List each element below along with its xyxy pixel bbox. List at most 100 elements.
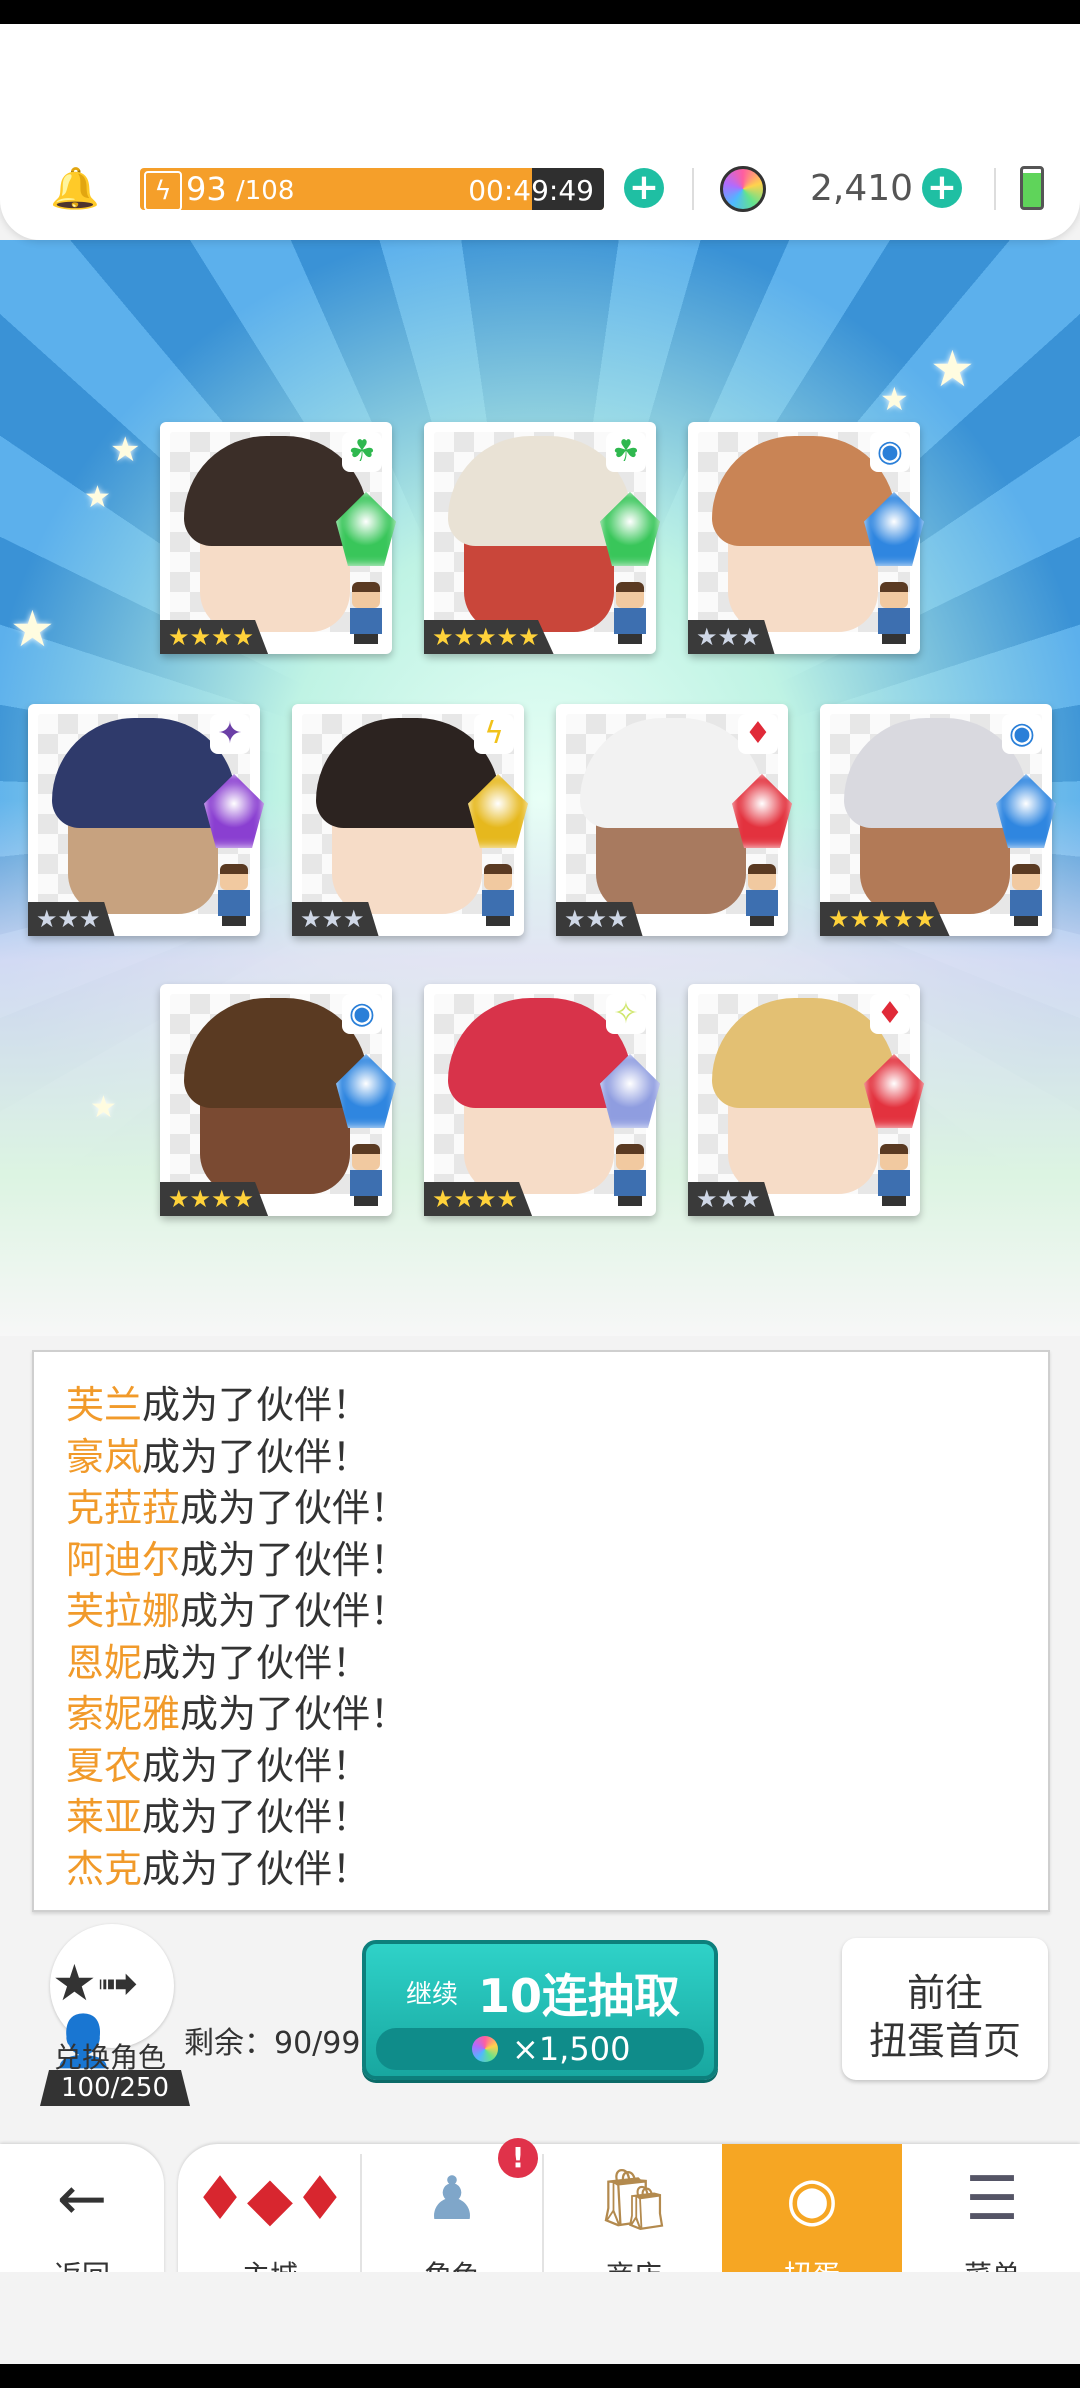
shop-bag-icon: 🛍 — [595, 2165, 673, 2235]
character-card[interactable]: ✦ ★★★ — [28, 704, 264, 936]
character-card[interactable]: ϟ ★★★ — [292, 704, 528, 936]
character-card[interactable]: ♦ ★★★ — [556, 704, 792, 936]
water-element-icon: ◉ — [342, 994, 382, 1034]
character-name: 阿迪尔 — [66, 1537, 181, 1582]
stamina-current: 93 — [186, 170, 227, 208]
pixel-sprite-icon — [344, 582, 388, 644]
character-card[interactable]: ◉ ★★★ — [688, 422, 924, 654]
sprite-legs — [618, 1196, 642, 1206]
character-name: 索妮雅 — [66, 1692, 181, 1736]
notification-bell-icon[interactable]: 🔔 — [50, 168, 100, 210]
log-line: 克菈菈成为了伙伴！ — [66, 1477, 408, 1532]
sparkle-star-icon: ★ — [90, 1090, 117, 1125]
character-name: 夏农 — [66, 1743, 143, 1788]
dark-element-icon: ✦ — [210, 714, 250, 754]
rarity-stars: ★★★★★ — [820, 902, 950, 936]
pull-cost: ×1,500 — [376, 2028, 704, 2070]
character-card[interactable]: ☘ ★★★★★ — [424, 422, 660, 654]
bottom-strip — [0, 2272, 1080, 2364]
sparkle-star-icon: ★ — [84, 480, 111, 515]
pull-cost-value: ×1,500 — [512, 2030, 631, 2068]
pixel-sprite-icon — [344, 1144, 388, 1206]
log-suffix: 成为了伙伴！ — [180, 1692, 409, 1736]
lightning-icon: ϟ — [144, 171, 182, 210]
sprite-body — [614, 608, 646, 634]
pixel-sprite-icon — [872, 582, 916, 644]
log-line: 莱亚成为了伙伴！ — [66, 1786, 370, 1841]
divider — [692, 168, 694, 210]
sprite-legs — [882, 634, 906, 644]
sprite-body — [218, 890, 250, 916]
log-suffix: 成为了伙伴！ — [180, 1589, 409, 1633]
ten-pull-button[interactable]: 继续 10连抽取 ×1,500 — [362, 1940, 718, 2080]
rarity-stars: ★★★ — [688, 620, 775, 654]
add-gems-button[interactable]: + — [922, 168, 962, 208]
pixel-sprite-icon — [212, 864, 256, 926]
sprite-head — [220, 864, 248, 890]
stamina-timer: 00:49:49 — [468, 174, 594, 207]
wind-element-icon: ☘ — [606, 432, 646, 472]
sprite-legs — [354, 634, 378, 644]
character-card[interactable]: ◉ ★★★★★ — [820, 704, 1056, 936]
pixel-sprite-icon — [608, 582, 652, 644]
log-suffix: 成为了伙伴！ — [142, 1846, 371, 1891]
sprite-head — [616, 1144, 644, 1170]
log-line: 杰克成为了伙伴！ — [66, 1838, 370, 1893]
remaining-count: 剩余：90/99 — [184, 2026, 361, 2061]
sprite-legs — [1014, 916, 1038, 926]
gacha-orb-icon: ◉ — [785, 2164, 839, 2234]
sparkle-star-icon: ★ — [110, 430, 141, 470]
sprite-legs — [354, 1196, 378, 1206]
character-card[interactable]: ✧ ★★★★ — [424, 984, 660, 1216]
sprite-head — [352, 582, 380, 608]
rarity-stars: ★★★★ — [424, 1182, 533, 1216]
pixel-sprite-icon — [872, 1144, 916, 1206]
sprite-head — [484, 864, 512, 890]
sprite-legs — [618, 634, 642, 644]
rarity-stars: ★★★ — [28, 902, 115, 936]
log-suffix: 成为了伙伴！ — [142, 1434, 371, 1479]
rarity-stars: ★★★ — [556, 902, 643, 936]
rarity-stars: ★★★ — [688, 1182, 775, 1216]
rarity-stars: ★★★ — [292, 902, 379, 936]
character-name: 杰克 — [66, 1846, 143, 1891]
character-name: 芙拉娜 — [66, 1589, 181, 1633]
sparkle-star-icon: ★ — [10, 600, 55, 658]
sprite-head — [1012, 864, 1040, 890]
add-stamina-button[interactable]: + — [624, 168, 664, 208]
character-card[interactable]: ☘ ★★★★ — [160, 422, 396, 654]
log-suffix: 成为了伙伴！ — [142, 1795, 371, 1839]
battery-icon — [1020, 166, 1044, 210]
sprite-body — [746, 890, 778, 916]
sprite-legs — [750, 916, 774, 926]
sprite-head — [352, 1144, 380, 1170]
goto-gacha-home-button[interactable]: 前往 扭蛋首页 — [842, 1938, 1048, 2080]
water-element-icon: ◉ — [1002, 714, 1042, 754]
log-suffix: 成为了伙伴！ — [142, 1743, 371, 1788]
log-line: 豪岚成为了伙伴！ — [66, 1426, 370, 1481]
goto-line-1: 前往 — [906, 1971, 983, 2015]
back-arrow-icon: ← — [56, 2164, 108, 2234]
rarity-stars: ★★★★ — [160, 620, 269, 654]
castle-icon: ♦◆♦ — [193, 2164, 347, 2234]
sprite-body — [878, 608, 910, 634]
exchange-count: 100/250 — [40, 2070, 190, 2106]
character-name: 恩妮 — [66, 1640, 143, 1685]
character-name: 克菈菈 — [66, 1486, 181, 1530]
game-screen: 🔔 ϟ 93 /108 00:49:49 + 2,410 + ★ ★ ★ ★ ★… — [0, 24, 1080, 2364]
rainbow-gem-icon — [720, 166, 766, 212]
sprite-body — [482, 890, 514, 916]
character-card[interactable]: ♦ ★★★ — [688, 984, 924, 1216]
character-name: 芙兰 — [66, 1383, 143, 1427]
sprite-head — [748, 864, 776, 890]
log-suffix: 成为了伙伴！ — [180, 1537, 409, 1582]
stamina-max: /108 — [236, 176, 295, 206]
character-card[interactable]: ◉ ★★★★ — [160, 984, 396, 1216]
sprite-body — [878, 1170, 910, 1196]
character-name: 豪岚 — [66, 1434, 143, 1479]
gacha-result-log: 芙兰成为了伙伴！ 豪岚成为了伙伴！ 克菈菈成为了伙伴！ 阿迪尔成为了伙伴！ 芙拉娜成为了… — [32, 1350, 1050, 1912]
pixel-sprite-icon — [476, 864, 520, 926]
sprite-body — [1010, 890, 1042, 916]
sprite-body — [350, 1170, 382, 1196]
exchange-character-button[interactable]: ★➟👤 兑换角色 100/250 — [40, 1924, 190, 2106]
